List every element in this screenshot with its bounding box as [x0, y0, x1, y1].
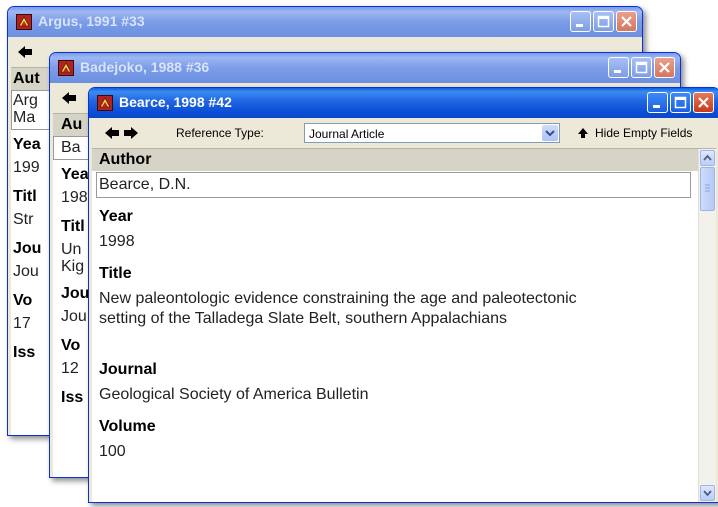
- field-label-title: Titl: [61, 218, 85, 235]
- reference-type-select[interactable]: Journal Article: [304, 123, 560, 143]
- close-button[interactable]: [654, 57, 675, 78]
- field-value-title: New paleontologic evidence constraining …: [99, 290, 577, 327]
- close-icon: [698, 97, 709, 108]
- window-client: Reference Type: Journal Article Hide Emp…: [92, 118, 716, 502]
- field-label-issue: Iss: [13, 344, 36, 361]
- field-label-year: Year: [99, 208, 133, 225]
- scroll-thumb[interactable]: [700, 167, 715, 211]
- close-button[interactable]: [616, 11, 637, 32]
- maximize-button[interactable]: [631, 57, 652, 78]
- back-arrow-icon[interactable]: [104, 125, 120, 141]
- endnote-app-icon: [97, 95, 113, 111]
- minimize-icon: [576, 24, 583, 27]
- field-value-author: Bearce, D.N.: [99, 176, 191, 193]
- scroll-up-button[interactable]: [700, 150, 715, 166]
- scroll-down-button[interactable]: [700, 485, 715, 501]
- maximize-icon: [597, 15, 610, 28]
- close-icon: [659, 62, 670, 73]
- field-label-journal: Jou: [61, 285, 90, 302]
- field-label-author: Aut: [13, 70, 40, 87]
- hide-empty-fields-label: Hide Empty Fields: [595, 126, 693, 140]
- reference-window-bearce[interactable]: Bearce, 1998 #42 Reference Type: Journal…: [88, 87, 718, 503]
- close-icon: [621, 16, 632, 27]
- dropdown-button[interactable]: [542, 125, 558, 141]
- toolbar: Reference Type: Journal Article Hide Emp…: [92, 118, 716, 148]
- field-value-year: 198: [61, 189, 88, 206]
- endnote-app-icon: [58, 60, 74, 76]
- field-label-author: Author: [99, 151, 152, 168]
- field-value-volume: 17: [13, 315, 31, 332]
- field-label-issue: Iss: [61, 389, 84, 406]
- minimize-icon: [653, 105, 660, 108]
- minimize-button[interactable]: [570, 11, 591, 32]
- field-label-title: Title: [99, 265, 132, 282]
- title-bar[interactable]: Argus, 1991 #33: [8, 7, 642, 37]
- field-value-journal: Jou: [61, 308, 87, 325]
- chevron-up-icon: [703, 154, 712, 161]
- field-value-volume: 100: [99, 443, 126, 460]
- minimize-icon: [614, 70, 621, 73]
- maximize-icon: [674, 96, 687, 109]
- back-arrow-icon[interactable]: [61, 90, 77, 106]
- minimize-button[interactable]: [647, 92, 668, 113]
- field-label-volume: Vo: [61, 337, 81, 354]
- field-value-author-line2: Ma: [13, 109, 36, 126]
- field-value-volume: 12: [61, 360, 79, 377]
- field-value-title-line1: Un: [61, 241, 82, 258]
- maximize-button[interactable]: [670, 92, 691, 113]
- window-title: Bearce, 1998 #42: [119, 94, 232, 110]
- window-title: Argus, 1991 #33: [38, 13, 145, 29]
- field-value-title-line2: Kig: [61, 258, 85, 275]
- field-label-journal: Journal: [99, 361, 157, 378]
- field-value-title: Str: [13, 211, 34, 228]
- chevron-down-icon: [703, 490, 712, 497]
- close-button[interactable]: [693, 92, 714, 113]
- selected-field-highlight: [92, 149, 699, 171]
- field-label-title: Titl: [13, 188, 37, 205]
- field-value-author-line1: Arg: [13, 92, 38, 109]
- forward-arrow-icon[interactable]: [123, 125, 139, 141]
- field-value-journal: Jou: [13, 263, 39, 280]
- window-title: Badejoko, 1988 #36: [80, 59, 210, 75]
- title-bar[interactable]: Badejoko, 1988 #36: [50, 53, 680, 83]
- chevron-down-icon: [545, 130, 555, 137]
- field-value-journal: Geological Society of America Bulletin: [99, 386, 369, 403]
- back-arrow-icon[interactable]: [17, 44, 33, 60]
- field-label-author: Au: [61, 116, 83, 133]
- maximize-icon: [635, 61, 648, 74]
- endnote-app-icon: [16, 14, 32, 30]
- reference-type-label: Reference Type:: [176, 126, 264, 140]
- reference-type-value: Journal Article: [309, 127, 385, 141]
- field-value-author: Ba: [61, 139, 81, 156]
- field-value-year: 1998: [99, 233, 135, 250]
- field-label-volume: Volume: [99, 418, 156, 435]
- maximize-button[interactable]: [593, 11, 614, 32]
- collapse-up-icon: [578, 128, 588, 138]
- field-list: Author Bearce, D.N. Year 1998 Title New …: [92, 148, 716, 502]
- title-bar[interactable]: Bearce, 1998 #42: [89, 88, 718, 118]
- grip-icon: [705, 184, 710, 192]
- field-label-volume: Vo: [13, 292, 33, 309]
- field-value-year: 199: [13, 159, 40, 176]
- field-label-year: Yea: [61, 166, 89, 183]
- field-label-journal: Jou: [13, 240, 42, 257]
- vertical-scrollbar[interactable]: [698, 149, 716, 502]
- field-label-year: Yea: [13, 136, 41, 153]
- minimize-button[interactable]: [608, 57, 629, 78]
